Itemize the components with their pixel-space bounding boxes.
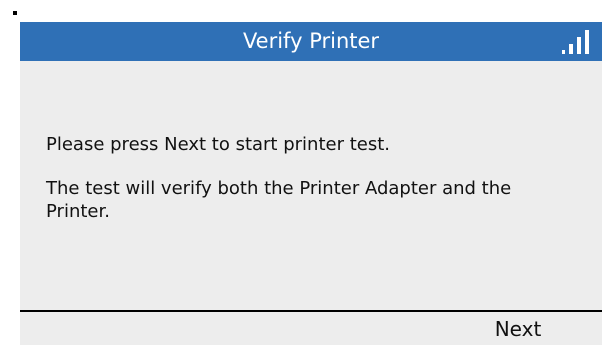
screen: Verify Printer Please press Next to star…: [0, 0, 602, 345]
message-body: Please press Next to start printer test.…: [46, 133, 586, 223]
footer-divider: [20, 310, 602, 312]
signal-strength-icon: [562, 30, 589, 54]
next-button[interactable]: Next: [458, 314, 578, 345]
description-text: The test will verify both the Printer Ad…: [46, 178, 512, 222]
corner-dot: [13, 11, 17, 15]
instruction-text: Please press Next to start printer test.: [46, 134, 390, 155]
page-title: Verify Printer: [242, 29, 380, 53]
title-bar: Verify Printer: [20, 22, 602, 61]
dialog-panel: Verify Printer Please press Next to star…: [20, 22, 602, 345]
